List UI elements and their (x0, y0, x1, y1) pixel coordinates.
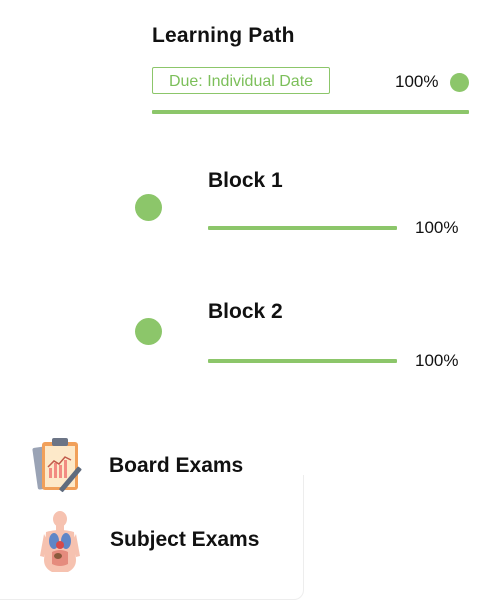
learning-path-title: Learning Path (152, 24, 295, 47)
block-2-progress-bar (208, 359, 397, 363)
block-1-title: Block 1 (208, 169, 283, 192)
block-item-2[interactable]: Block 2 100% (130, 292, 475, 382)
board-exams-label: Board Exams (109, 454, 244, 477)
clipboard-chart-icon (32, 438, 82, 493)
block-2-progress-text: 100% (415, 351, 459, 370)
block-item-1[interactable]: Block 1 100% (130, 160, 475, 250)
block-1-progress-bar (208, 226, 397, 230)
block-2-title: Block 2 (208, 300, 283, 323)
learning-path-status-dot (450, 73, 469, 92)
block-2-status-dot (135, 318, 162, 345)
board-exams-item[interactable]: Board Exams (28, 434, 288, 500)
learning-path-progress-text: 100% (395, 72, 439, 91)
subject-exams-label: Subject Exams (110, 528, 260, 551)
due-date-badge: Due: Individual Date (152, 67, 330, 94)
block-1-progress-text: 100% (415, 218, 459, 237)
block-1-status-dot (135, 194, 162, 221)
subject-exams-item[interactable]: Subject Exams (28, 508, 288, 578)
learning-path-progress-bar (152, 110, 469, 114)
anatomy-body-icon (40, 511, 80, 572)
